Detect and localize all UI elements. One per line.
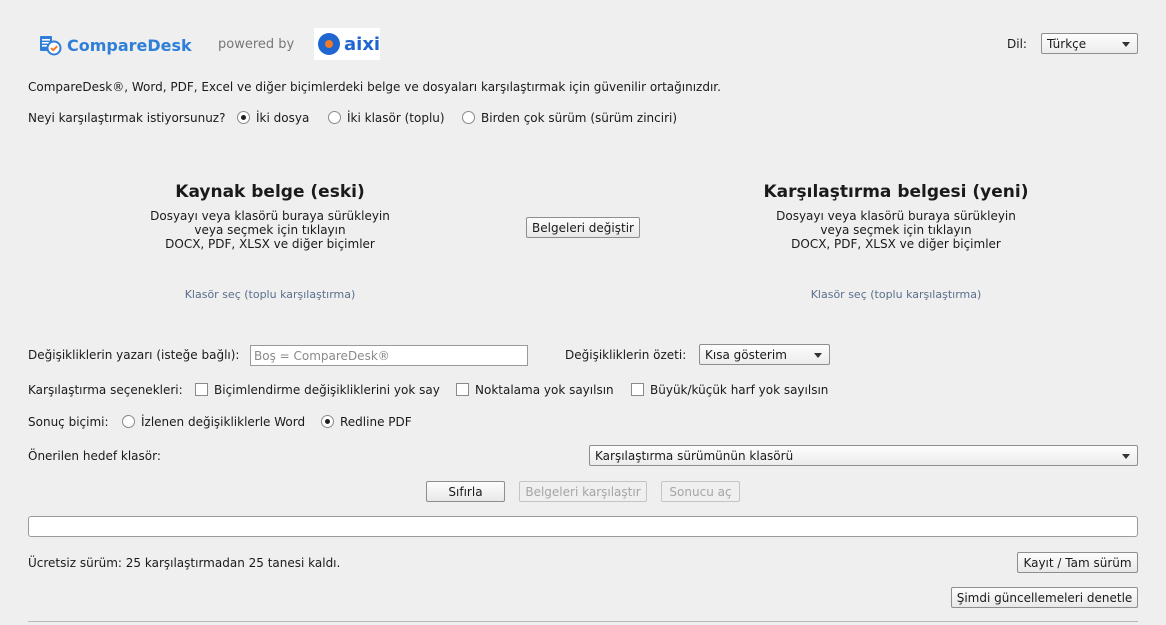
compare-folder-link[interactable]: Klasör seç (toplu karşılaştırma): [736, 288, 1056, 301]
comparedesk-logo-icon: [38, 33, 63, 58]
compare-options-label: Karşılaştırma seçenekleri:: [28, 383, 183, 397]
swap-documents-button[interactable]: Belgeleri değiştir: [526, 217, 640, 238]
result-radio-redline-pdf[interactable]: [321, 415, 334, 428]
target-folder-select[interactable]: Karşılaştırma sürümünün klasörü: [589, 445, 1138, 466]
result-format-label: Sonuç biçimi:: [28, 415, 109, 429]
chevron-down-icon: [814, 353, 822, 358]
open-result-button[interactable]: Sonucu aç: [661, 481, 740, 502]
source-drop-zone[interactable]: Kaynak belge (eski) Dosyayı veya klasörü…: [110, 175, 430, 310]
mode-radio-version-chain[interactable]: [462, 111, 475, 124]
free-version-status: Ücretsiz sürüm: 25 karşılaştırmadan 25 t…: [28, 556, 341, 570]
source-folder-link[interactable]: Klasör seç (toplu karşılaştırma): [110, 288, 430, 301]
target-folder-select-value: Karşılaştırma sürümünün klasörü: [595, 448, 794, 463]
chevron-down-icon: [1122, 454, 1130, 459]
mode-radio-two-files[interactable]: [237, 111, 250, 124]
brand-name: CompareDesk: [67, 35, 192, 55]
source-panel-line2: veya seçmek için tıklayın: [194, 223, 346, 237]
source-panel-title: Kaynak belge (eski): [175, 182, 365, 202]
progress-bar: [28, 516, 1138, 537]
result-option-word[interactable]: İzlenen değişikliklerle Word: [141, 415, 305, 429]
powered-by-label: powered by: [218, 37, 295, 52]
compare-panel-title: Karşılaştırma belgesi (yeni): [763, 182, 1029, 202]
author-input[interactable]: Boş = CompareDesk®: [250, 345, 528, 366]
reset-button[interactable]: Sıfırla: [426, 481, 505, 502]
compare-panel-line1: Dosyayı veya klasörü buraya sürükleyin: [776, 209, 1016, 223]
result-radio-word[interactable]: [122, 415, 135, 428]
mode-option-two-folders[interactable]: İki klasör (toplu): [347, 111, 445, 125]
result-option-redline-pdf[interactable]: Redline PDF: [340, 415, 412, 429]
summary-select[interactable]: Kısa gösterim: [699, 344, 830, 365]
app-logo: CompareDesk: [38, 32, 192, 58]
ignore-punctuation-checkbox[interactable]: [456, 383, 469, 396]
partner-logo: aixi: [314, 28, 380, 60]
mode-option-two-files[interactable]: İki dosya: [256, 111, 309, 125]
chevron-down-icon: [1122, 42, 1130, 47]
tagline: CompareDesk®, Word, PDF, Excel ve diğer …: [28, 80, 721, 94]
source-panel-line3: DOCX, PDF, XLSX ve diğer biçimler: [165, 237, 375, 251]
ignore-case-checkbox[interactable]: [631, 383, 644, 396]
compare-drop-zone[interactable]: Karşılaştırma belgesi (yeni) Dosyayı vey…: [736, 175, 1056, 310]
ignore-case-label[interactable]: Büyük/küçük harf yok sayılsın: [650, 383, 828, 397]
language-label: Dil:: [1007, 37, 1027, 51]
ignore-formatting-checkbox[interactable]: [195, 383, 208, 396]
language-select[interactable]: Türkçe: [1041, 33, 1138, 54]
ignore-punctuation-label[interactable]: Noktalama yok sayılsın: [475, 383, 614, 397]
mode-question: Neyi karşılaştırmak istiyorsunuz?: [28, 111, 226, 125]
summary-label: Değişikliklerin özeti:: [565, 348, 687, 362]
language-select-value: Türkçe: [1047, 36, 1087, 51]
compare-panel-line2: veya seçmek için tıklayın: [820, 223, 972, 237]
check-updates-button[interactable]: Şimdi güncellemeleri denetle: [951, 587, 1138, 608]
compare-panel-line3: DOCX, PDF, XLSX ve diğer biçimler: [791, 237, 1001, 251]
register-button[interactable]: Kayıt / Tam sürüm: [1017, 552, 1138, 573]
summary-select-value: Kısa gösterim: [705, 347, 787, 362]
source-panel-line1: Dosyayı veya klasörü buraya sürükleyin: [150, 209, 390, 223]
mode-option-version-chain[interactable]: Birden çok sürüm (sürüm zinciri): [481, 111, 677, 125]
compare-documents-button[interactable]: Belgeleri karşılaştır: [519, 481, 647, 502]
author-label: Değişikliklerin yazarı (isteğe bağlı):: [28, 348, 240, 362]
aixi-logo-icon: [317, 32, 341, 56]
ignore-formatting-label[interactable]: Biçimlendirme değişikliklerini yok say: [214, 383, 440, 397]
partner-logo-text: aixi: [344, 33, 381, 55]
bottom-divider: [28, 621, 1138, 622]
mode-radio-two-folders[interactable]: [328, 111, 341, 124]
target-folder-label: Önerilen hedef klasör:: [28, 449, 161, 463]
